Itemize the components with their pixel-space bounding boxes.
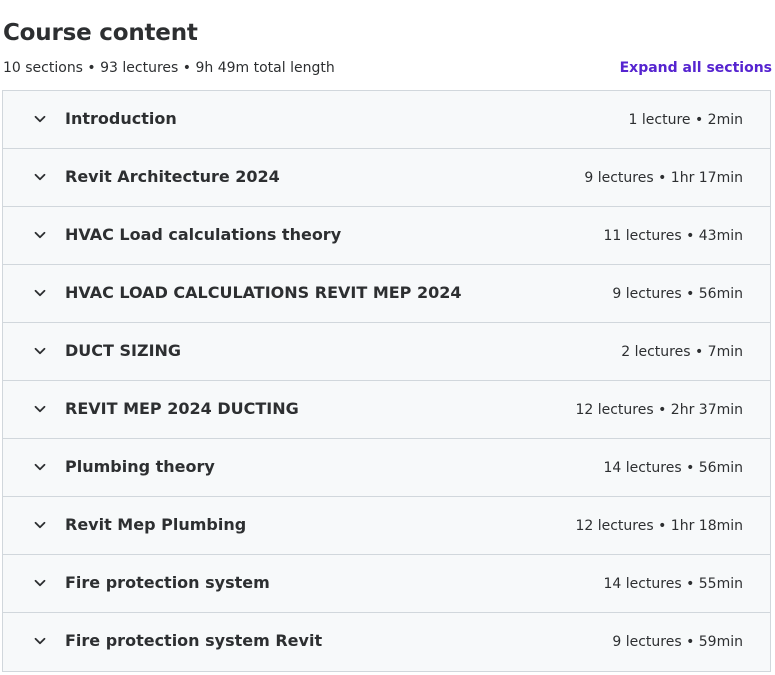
chevron-down-icon xyxy=(33,634,47,648)
section-meta: 14 lectures • 55min xyxy=(603,576,743,592)
section-title: DUCT SIZING xyxy=(65,341,182,360)
section-title: Fire protection system xyxy=(65,573,270,592)
section-title: Revit Mep Plumbing xyxy=(65,515,247,534)
section-row[interactable]: Plumbing theory 14 lectures • 56min xyxy=(3,439,770,497)
section-row[interactable]: DUCT SIZING 2 lectures • 7min xyxy=(3,323,770,381)
section-title: Fire protection system Revit xyxy=(65,631,323,650)
section-meta: 9 lectures • 56min xyxy=(612,286,743,302)
section-meta: 14 lectures • 56min xyxy=(603,460,743,476)
section-meta: 9 lectures • 59min xyxy=(612,634,743,650)
section-title: HVAC Load calculations theory xyxy=(65,225,342,244)
section-title: REVIT MEP 2024 DUCTING xyxy=(65,399,299,418)
course-summary: 10 sections • 93 lectures • 9h 49m total… xyxy=(3,60,335,76)
chevron-down-icon xyxy=(33,344,47,358)
chevron-down-icon xyxy=(33,576,47,590)
section-meta: 9 lectures • 1hr 17min xyxy=(584,170,743,186)
section-row[interactable]: Revit Mep Plumbing 12 lectures • 1hr 18m… xyxy=(3,497,770,555)
course-content-panel: Course content 10 sections • 93 lectures… xyxy=(0,0,775,675)
chevron-down-icon xyxy=(33,518,47,532)
chevron-down-icon xyxy=(33,460,47,474)
section-row[interactable]: Fire protection system Revit 9 lectures … xyxy=(3,613,770,671)
expand-all-sections-button[interactable]: Expand all sections xyxy=(620,58,772,78)
section-meta: 12 lectures • 2hr 37min xyxy=(575,402,743,418)
section-meta: 2 lectures • 7min xyxy=(621,344,743,360)
section-row[interactable]: Fire protection system 14 lectures • 55m… xyxy=(3,555,770,613)
section-title: Revit Architecture 2024 xyxy=(65,167,280,186)
section-title: HVAC LOAD CALCULATIONS REVIT MEP 2024 xyxy=(65,283,462,302)
section-row[interactable]: Introduction 1 lecture • 2min xyxy=(3,91,770,149)
sections-list: Introduction 1 lecture • 2min Revit Arch… xyxy=(2,90,771,672)
section-meta: 12 lectures • 1hr 18min xyxy=(575,518,743,534)
section-meta: 1 lecture • 2min xyxy=(628,112,743,128)
chevron-down-icon xyxy=(33,170,47,184)
chevron-down-icon xyxy=(33,402,47,416)
section-meta: 11 lectures • 43min xyxy=(603,228,743,244)
page-title: Course content xyxy=(3,20,198,47)
chevron-down-icon xyxy=(33,228,47,242)
section-title: Introduction xyxy=(65,109,177,128)
section-row[interactable]: REVIT MEP 2024 DUCTING 12 lectures • 2hr… xyxy=(3,381,770,439)
chevron-down-icon xyxy=(33,112,47,126)
course-summary-row: 10 sections • 93 lectures • 9h 49m total… xyxy=(3,58,772,78)
chevron-down-icon xyxy=(33,286,47,300)
section-row[interactable]: HVAC LOAD CALCULATIONS REVIT MEP 2024 9 … xyxy=(3,265,770,323)
section-row[interactable]: HVAC Load calculations theory 11 lecture… xyxy=(3,207,770,265)
section-row[interactable]: Revit Architecture 2024 9 lectures • 1hr… xyxy=(3,149,770,207)
section-title: Plumbing theory xyxy=(65,457,215,476)
